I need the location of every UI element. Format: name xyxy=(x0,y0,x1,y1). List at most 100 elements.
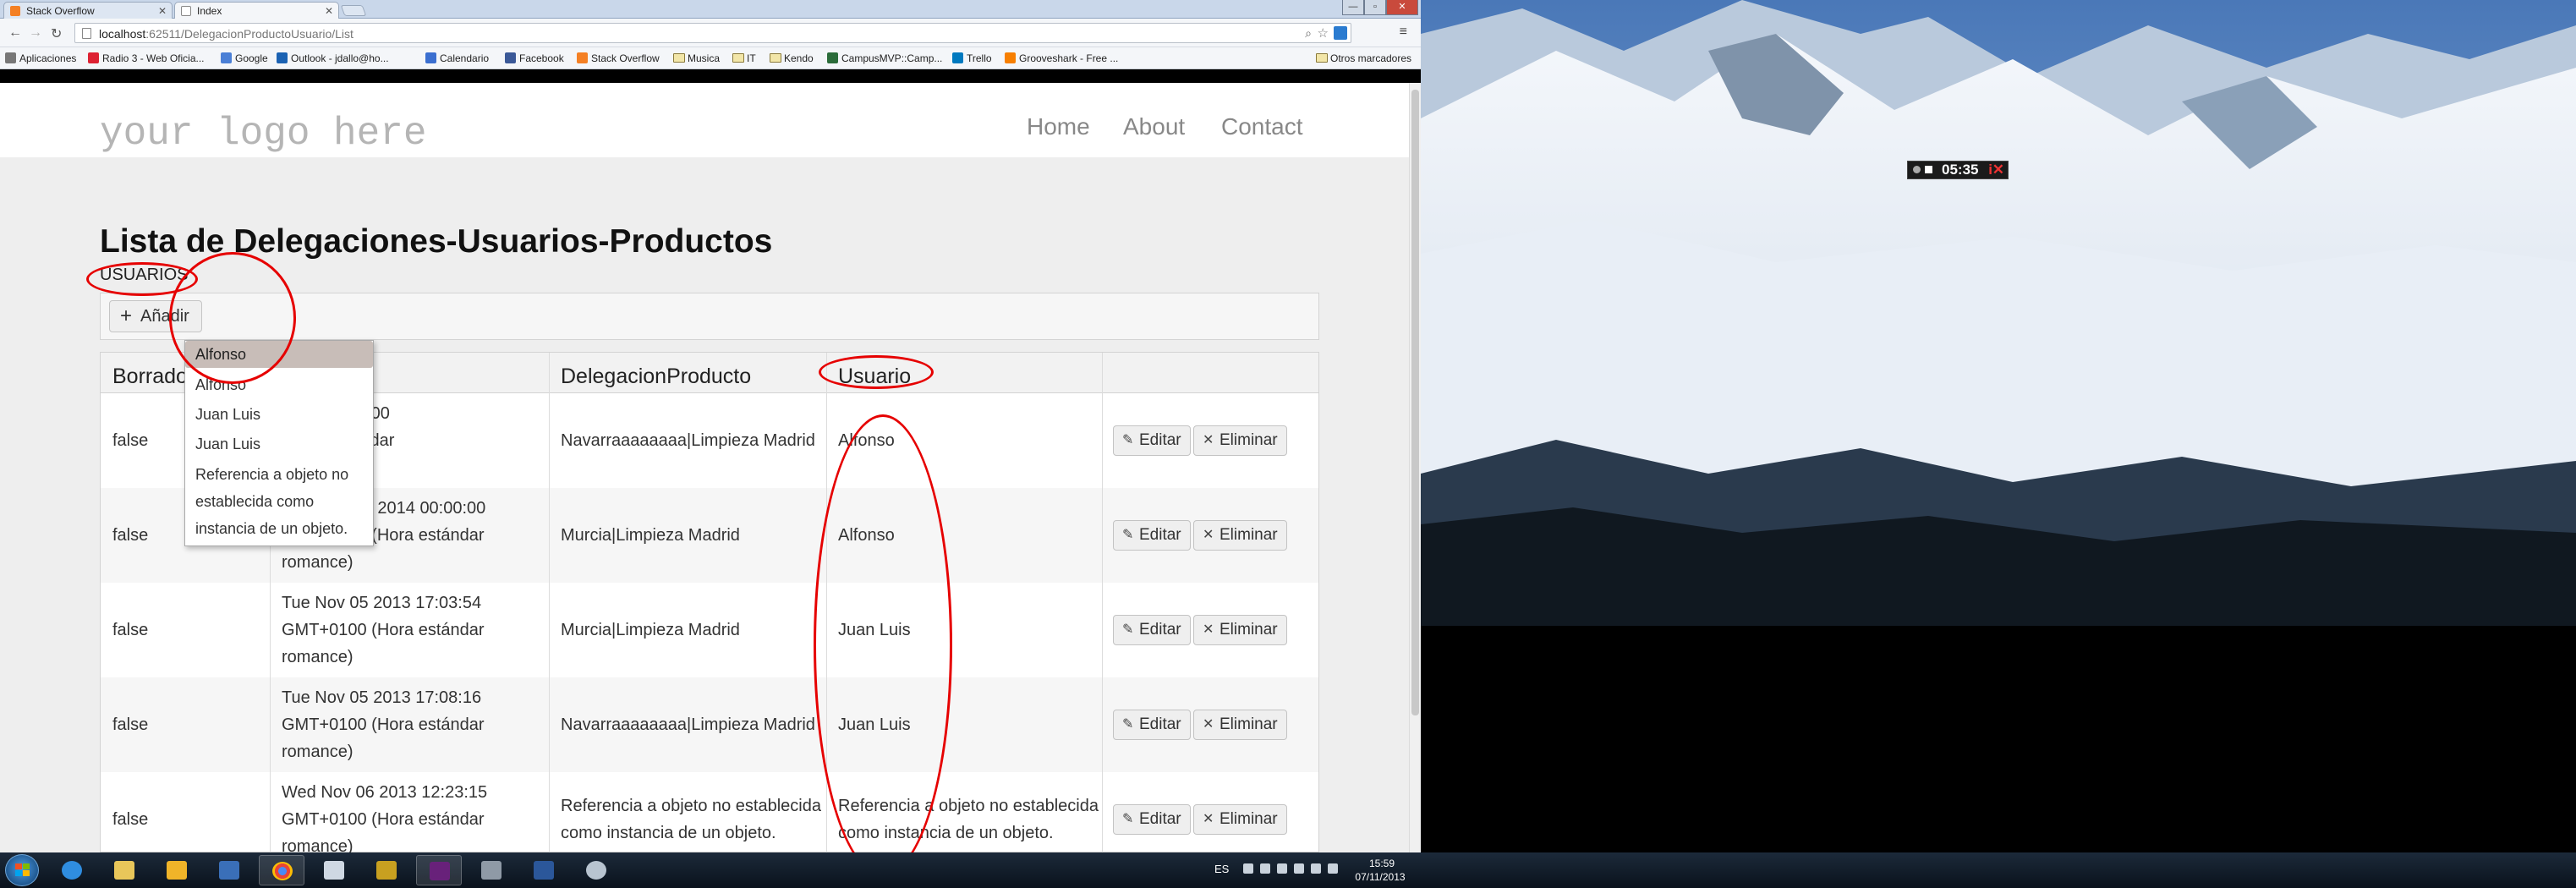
close-icon[interactable]: ✕ xyxy=(325,5,333,17)
nav-about-link[interactable]: About xyxy=(1123,113,1185,140)
tab-stack-overflow[interactable]: Stack Overflow ✕ xyxy=(3,2,173,19)
bookmark-folder-otros[interactable]: Otros marcadores xyxy=(1316,52,1411,64)
usuarios-dropdown[interactable]: Alfonso Alfonso Juan Luis Juan Luis Refe… xyxy=(184,340,374,546)
volume-icon[interactable] xyxy=(1328,863,1338,874)
dropdown-option[interactable]: Juan Luis xyxy=(185,430,373,458)
taskbar-infinity-app[interactable] xyxy=(206,855,252,885)
trello-icon xyxy=(952,52,963,63)
nav-home-link[interactable]: Home xyxy=(1027,113,1090,140)
cell-fecha: Tue Nov 05 2013 17:03:54 GMT+0100 (Hora e… xyxy=(282,589,485,671)
taskbar-explorer[interactable] xyxy=(101,855,147,885)
usuarios-label[interactable]: USUARIOS xyxy=(100,266,188,285)
bookmark-outlook[interactable]: Outlook - jdallo@ho... xyxy=(277,52,389,64)
stop-icon[interactable] xyxy=(1925,166,1932,173)
delete-button-label: Eliminar xyxy=(1219,526,1278,544)
network-icon[interactable] xyxy=(1311,863,1321,874)
notepad-icon xyxy=(324,861,344,880)
action-center-icon[interactable] xyxy=(1260,863,1270,874)
bookmark-google[interactable]: Google xyxy=(221,52,268,64)
add-button[interactable]: + Añadir xyxy=(109,300,202,332)
address-bar[interactable]: localhost:62511/DelegacionProductoUsuari… xyxy=(74,23,1351,43)
taskbar-outlook[interactable] xyxy=(154,855,200,885)
cell-usuario: Alfonso xyxy=(838,522,895,549)
edit-button[interactable]: ✎ Editar xyxy=(1113,710,1191,740)
screen-recorder-widget[interactable]: 05:35 i ✕ xyxy=(1907,161,2009,179)
bookmark-radio3[interactable]: Radio 3 - Web Oficia... xyxy=(88,52,205,64)
language-indicator[interactable]: ES xyxy=(1214,863,1229,875)
minimize-button[interactable]: — xyxy=(1342,0,1364,15)
delete-button[interactable]: ✕ Eliminar xyxy=(1193,804,1287,835)
show-hidden-icons-icon[interactable] xyxy=(1243,863,1253,874)
pencil-icon: ✎ xyxy=(1122,528,1134,542)
delete-button[interactable]: ✕ Eliminar xyxy=(1193,615,1287,645)
bookmark-grooveshark[interactable]: Grooveshark - Free ... xyxy=(1005,52,1118,64)
bookmark-trello[interactable]: Trello xyxy=(952,52,992,64)
delete-button[interactable]: ✕ Eliminar xyxy=(1193,710,1287,740)
table-row: false Tue Nov 05 2013 17:03:54 GMT+0100 (H… xyxy=(101,583,1318,677)
nav-contact-link[interactable]: Contact xyxy=(1221,113,1303,140)
reload-icon[interactable]: ↻ xyxy=(51,25,62,42)
column-header-delegacionproducto[interactable]: DelegacionProducto xyxy=(561,365,751,389)
taskbar-chrome[interactable] xyxy=(259,855,304,885)
column-header-usuario[interactable]: Usuario xyxy=(838,365,911,389)
scrollbar-thumb[interactable] xyxy=(1411,90,1419,715)
new-tab-button[interactable] xyxy=(340,5,367,16)
taskbar-visual-studio[interactable] xyxy=(416,855,462,885)
bookmarks-bar: Aplicaciones Radio 3 - Web Oficia... Goo… xyxy=(0,47,1421,69)
sync-icon[interactable] xyxy=(1277,863,1287,874)
close-window-button[interactable]: ✕ xyxy=(1386,0,1418,15)
forward-icon[interactable]: → xyxy=(29,25,42,41)
back-icon[interactable]: ← xyxy=(8,25,22,41)
edit-button-label: Editar xyxy=(1139,526,1181,544)
cell-delegacionproducto-line: Murcia|Limpieza Madrid xyxy=(561,621,740,639)
close-icon[interactable]: ✕ xyxy=(158,5,167,17)
taskbar-filezilla[interactable] xyxy=(364,855,409,885)
edit-button[interactable]: ✎ Editar xyxy=(1113,804,1191,835)
taskbar-sql-tool[interactable] xyxy=(573,855,619,885)
bookmark-apps[interactable]: Aplicaciones xyxy=(5,52,76,64)
edit-button[interactable]: ✎ Editar xyxy=(1113,425,1191,456)
menu-icon[interactable]: ≡ xyxy=(1400,25,1407,40)
edit-button[interactable]: ✎ Editar xyxy=(1113,615,1191,645)
taskbar-clock-date[interactable]: 07/11/2013 xyxy=(1346,871,1414,883)
record-icon[interactable] xyxy=(1913,166,1921,173)
bookmark-folder-musica[interactable]: Musica xyxy=(673,52,720,64)
taskbar-ie[interactable] xyxy=(49,855,95,885)
cell-borrado: false xyxy=(112,715,149,734)
bookmark-stackoverflow[interactable]: Stack Overflow xyxy=(577,52,660,64)
dropdown-selected-option[interactable]: Alfonso xyxy=(185,341,373,368)
cell-fecha-line: Tue Nov 05 2013 17:03:54 xyxy=(282,594,482,612)
tab-index[interactable]: Index ✕ xyxy=(174,2,339,19)
delete-button[interactable]: ✕ Eliminar xyxy=(1193,425,1287,456)
taskbar-notepad[interactable] xyxy=(311,855,357,885)
start-button[interactable] xyxy=(5,854,39,886)
bookmark-campusmvp[interactable]: CampusMVP::Camp... xyxy=(827,52,942,64)
column-header-borrado[interactable]: Borrado xyxy=(112,365,188,389)
bookmark-star-icon[interactable]: ☆ xyxy=(1318,25,1329,41)
search-icon[interactable]: ⌕ xyxy=(1305,26,1312,41)
taskbar-tools[interactable] xyxy=(469,855,514,885)
cell-usuario-line: Alfonso xyxy=(838,526,895,545)
cell-fecha-line: Wed Nov 06 2013 12:23:15 xyxy=(282,783,488,802)
dropdown-option[interactable]: Juan Luis xyxy=(185,401,373,428)
maximize-button[interactable]: ▫ xyxy=(1364,0,1386,15)
tools-icon xyxy=(481,861,501,880)
close-icon[interactable]: ✕ xyxy=(1992,162,2004,178)
delete-button[interactable]: ✕ Eliminar xyxy=(1193,520,1287,551)
dropdown-error-option[interactable]: Referencia a objeto no xyxy=(185,461,373,488)
power-icon[interactable] xyxy=(1294,863,1304,874)
bookmark-facebook[interactable]: Facebook xyxy=(505,52,564,64)
taskbar-clock-time[interactable]: 15:59 xyxy=(1357,858,1407,869)
bookmark-calendario[interactable]: Calendario xyxy=(425,52,489,64)
extension-icon[interactable] xyxy=(1334,26,1347,40)
dropdown-option[interactable]: Alfonso xyxy=(185,371,373,398)
bookmark-folder-it[interactable]: IT xyxy=(732,52,756,64)
page-scrollbar[interactable] xyxy=(1409,83,1421,852)
cell-fecha-line: GMT+0100 (Hora estándar xyxy=(282,810,485,829)
cell-usuario: Juan Luis xyxy=(838,711,911,738)
site-logo[interactable]: your logo here xyxy=(100,112,426,156)
bookmark-folder-kendo[interactable]: Kendo xyxy=(770,52,814,64)
taskbar-word[interactable] xyxy=(521,855,567,885)
edit-button[interactable]: ✎ Editar xyxy=(1113,520,1191,551)
delete-button-label: Eliminar xyxy=(1219,431,1278,449)
